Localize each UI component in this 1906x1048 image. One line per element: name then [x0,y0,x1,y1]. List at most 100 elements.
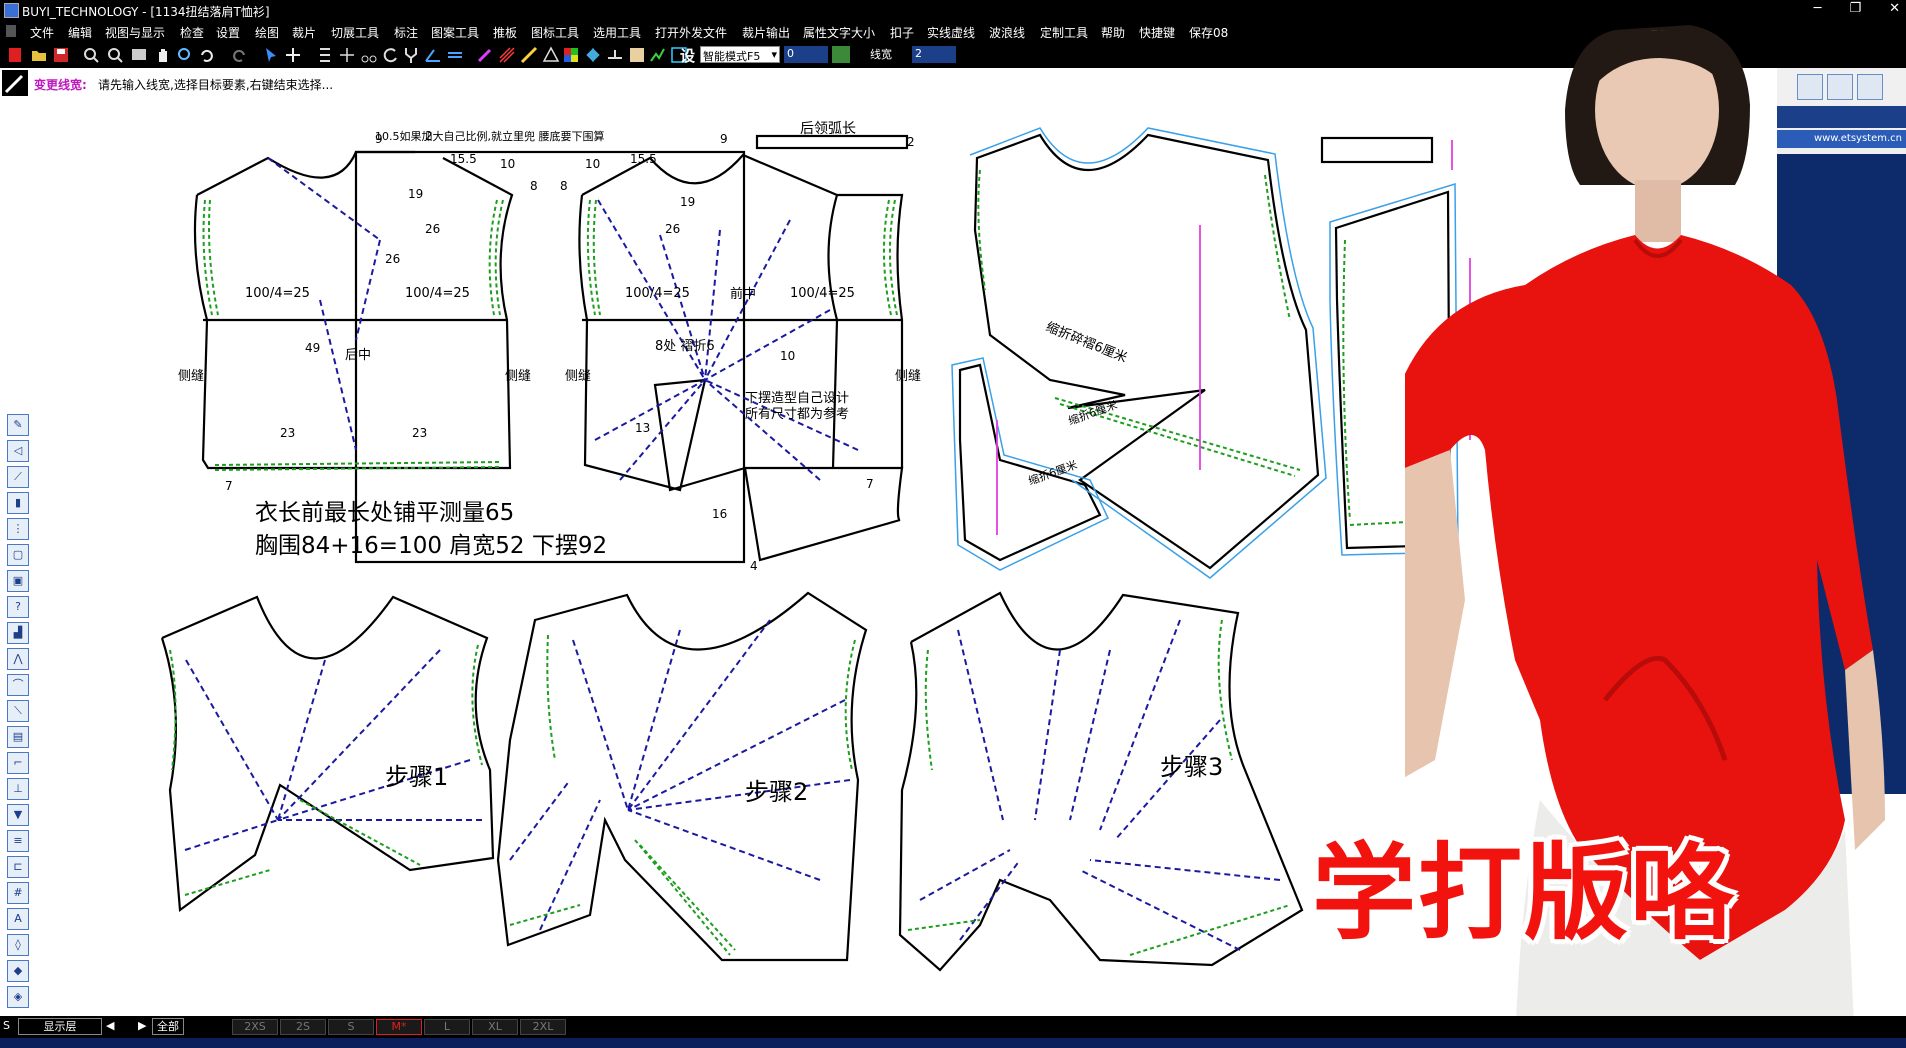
tool-funnel-icon[interactable]: ▼ [7,804,29,826]
mode-value-input[interactable]: 0 [784,46,828,63]
size-2xl[interactable]: 2XL [520,1019,566,1035]
size-s[interactable]: S [328,1019,374,1035]
tool-split-icon[interactable]: ⋮ [7,518,29,540]
chart-icon[interactable] [648,46,666,64]
menu-settings[interactable]: 设置 [216,24,240,41]
menu-draw[interactable]: 绘图 [255,24,279,41]
menu-annotate[interactable]: 标注 [394,24,418,41]
new-file-icon[interactable] [6,46,24,64]
open-file-icon[interactable] [30,46,48,64]
tool-piece-icon[interactable]: ◆ [7,960,29,982]
size-m-base[interactable]: M* [376,1019,422,1035]
tool-rect-icon[interactable]: ▢ [7,544,29,566]
fork-icon[interactable] [402,46,420,64]
tool-text-icon[interactable]: A [7,908,29,930]
redo-icon[interactable] [230,46,248,64]
tool-curve-icon[interactable]: ◁ [7,440,29,462]
tool-drill-icon[interactable]: ⊥ [7,778,29,800]
menu-open-external[interactable]: 打开外发文件 [655,24,727,41]
undo-icon[interactable] [198,46,216,64]
measure-icon[interactable] [520,46,538,64]
menu-help[interactable]: 帮助 [1101,24,1125,41]
menu-pattern-tools[interactable]: 图案工具 [431,24,479,41]
tool-drop-icon[interactable]: ◈ [7,986,29,1008]
align-icon[interactable] [316,46,334,64]
dim-11: 7 [225,479,233,493]
menu-file[interactable]: 文件 [30,24,54,41]
menu-edit[interactable]: 编辑 [68,24,92,41]
mode-select[interactable]: 智能模式F5 ▾ [700,46,780,63]
flip-icon[interactable] [584,46,602,64]
image-icon[interactable] [628,46,646,64]
select-arrow-icon[interactable] [262,46,280,64]
menu-pieces[interactable]: 裁片 [292,24,316,41]
menu-view[interactable]: 视图与显示 [105,24,165,41]
size-l[interactable]: L [424,1019,470,1035]
label-back-center: 后中 [345,348,371,363]
size-2s[interactable]: 2S [280,1019,326,1035]
move-icon[interactable] [284,46,302,64]
all-sizes-button[interactable]: 全部 [152,1018,184,1035]
zoom-window-icon[interactable] [176,46,194,64]
layer-select[interactable]: 显示层 [18,1018,102,1035]
tool-line-icon[interactable]: ⟋ [7,466,29,488]
parallel-icon[interactable] [446,46,464,64]
tool-step-icon[interactable]: ▟ [7,622,29,644]
pen-icon[interactable] [476,46,494,64]
tool-help-icon[interactable]: ? [7,596,29,618]
tool-frame-icon[interactable]: ▣ [7,570,29,592]
menu-save08[interactable]: 保存08 [1189,24,1228,41]
prev-layer-button[interactable]: ◀ [106,1019,114,1032]
rotate-icon[interactable] [382,46,400,64]
size-2xs[interactable]: 2XS [232,1019,278,1035]
menu-shortcuts[interactable]: 快捷键 [1139,24,1175,41]
tool-notch-icon[interactable]: ⌐ [7,752,29,774]
menu-text-size[interactable]: 属性文字大小 [803,24,875,41]
save-file-icon[interactable] [52,46,70,64]
dim-4: 19 [408,187,423,201]
settings-glyph[interactable]: 设 [680,45,695,65]
tool-save-icon[interactable]: ▤ [7,726,29,748]
zoom-out-icon[interactable] [82,46,100,64]
tool-ruler-icon[interactable]: ⊏ [7,856,29,878]
next-layer-button[interactable]: ▶ [138,1019,146,1032]
crosshair-icon[interactable] [338,46,356,64]
dim-23: 26 [665,222,680,236]
menu-line-style[interactable]: 实线虚线 [927,24,975,41]
tool-dart-icon[interactable]: ⋀ [7,648,29,670]
dim-21: 8 [560,179,568,193]
menu-grading[interactable]: 推板 [493,24,517,41]
triangle-icon[interactable] [542,46,560,64]
menu-check[interactable]: 检查 [180,24,204,41]
doc-icon[interactable] [6,25,16,37]
menu-wave-line[interactable]: 波浪线 [989,24,1025,41]
label-side-seam-2: 侧缝 [505,369,531,384]
tool-fold-icon[interactable]: ⌒ [7,674,29,696]
tool-hash-icon[interactable]: # [7,882,29,904]
size-xl[interactable]: XL [472,1019,518,1035]
menu-custom-tools[interactable]: 定制工具 [1040,24,1088,41]
step-3-label: 步骤3 [1160,753,1223,781]
menu-select-tools[interactable]: 选用工具 [593,24,641,41]
zoom-fit-icon[interactable] [130,46,148,64]
angle-icon[interactable] [424,46,442,64]
color-pick-icon[interactable] [832,46,850,63]
tool-seam-icon[interactable]: ≡ [7,830,29,852]
tool-slash-icon[interactable]: ⟍ [7,700,29,722]
scissor-icon[interactable] [360,46,378,64]
hatch-icon[interactable] [498,46,516,64]
linewidth-input[interactable]: 2 [912,46,956,63]
menu-icon-tools[interactable]: 图标工具 [531,24,579,41]
menu-slash-spread[interactable]: 切展工具 [331,24,379,41]
color-grid-icon[interactable] [562,46,580,64]
zoom-in-icon[interactable] [106,46,124,64]
tool-pen-icon[interactable]: ✎ [7,414,29,436]
pan-hand-icon[interactable] [154,46,172,64]
notch-icon[interactable] [606,46,624,64]
menu-buttons[interactable]: 扣子 [890,24,914,41]
tool-pin-icon[interactable]: ◊ [7,934,29,956]
dim-13: 16 [712,507,727,521]
tool-bar-icon[interactable]: ▮ [7,492,29,514]
menu-piece-output[interactable]: 裁片输出 [742,24,790,41]
status-bar: S 显示层 ◀ ▶ 全部 2XS 2S S M* L XL 2XL [0,1016,1906,1038]
